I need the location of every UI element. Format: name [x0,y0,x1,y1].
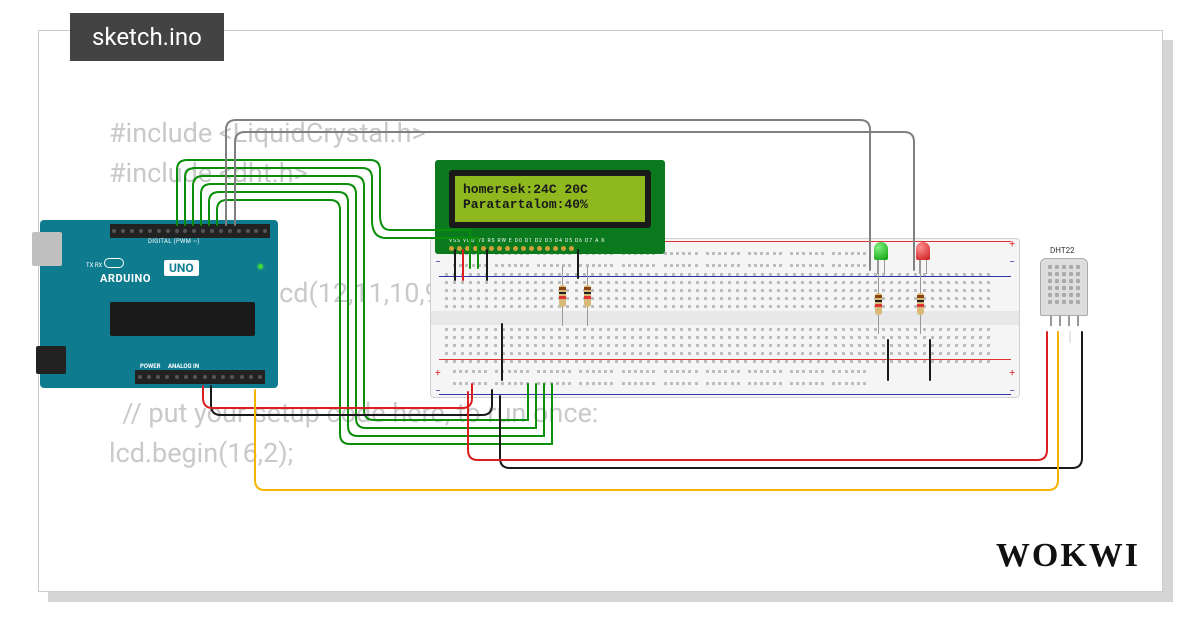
arduino-digital-header[interactable] [110,224,270,238]
dht22-sensor[interactable]: DHT22 [1040,258,1088,324]
breadboard[interactable]: + − + − + − + − [430,238,1020,398]
dht22-pins[interactable] [1040,316,1088,326]
arduino-digital-pins-label: DIGITAL (PWM ~) [112,238,200,246]
arduino-logo-icon [104,258,124,268]
resistor[interactable] [917,282,924,326]
arduino-power-led-icon [258,264,263,269]
arduino-bottom-pins-label: POWER ANALOG IN [140,363,199,370]
circuit-diagram[interactable]: ARDUINO UNO TX RX DIGITAL (PWM ~) POWER … [40,60,1150,480]
resistor[interactable] [559,274,566,318]
lcd-screen: homersek:24C 20C Paratartalom:40% [449,170,651,228]
lcd-line-1: homersek:24C 20C [463,182,637,197]
arduino-brand-label: ARDUINO [100,272,151,285]
arduino-txrx-label: TX RX [86,262,102,270]
arduino-power-analog-header[interactable] [135,370,265,384]
red-led[interactable] [916,242,930,260]
arduino-model-label: UNO [164,260,199,276]
breadboard-ground-rail[interactable] [437,373,1013,393]
wokwi-logo: WOKWI [996,537,1140,575]
resistor[interactable] [875,282,882,326]
lcd-line-2: Paratartalom:40% [463,197,637,212]
arduino-uno[interactable]: ARDUINO UNO TX RX DIGITAL (PWM ~) POWER … [40,220,278,388]
lcd-pins-label: VSS VDD V0 RS RW E D0 D1 D2 D3 D4 D5 D6 … [449,238,605,244]
green-led[interactable] [874,242,888,260]
arduino-mcu-chip [110,302,255,336]
dht22-label: DHT22 [1050,246,1075,255]
lcd-16x2[interactable]: homersek:24C 20C Paratartalom:40% VSS VD… [435,160,665,254]
dht22-body [1040,258,1088,316]
lcd-pin-header[interactable] [449,246,574,251]
resistor[interactable] [584,274,591,318]
file-tab[interactable]: sketch.ino [70,13,224,61]
